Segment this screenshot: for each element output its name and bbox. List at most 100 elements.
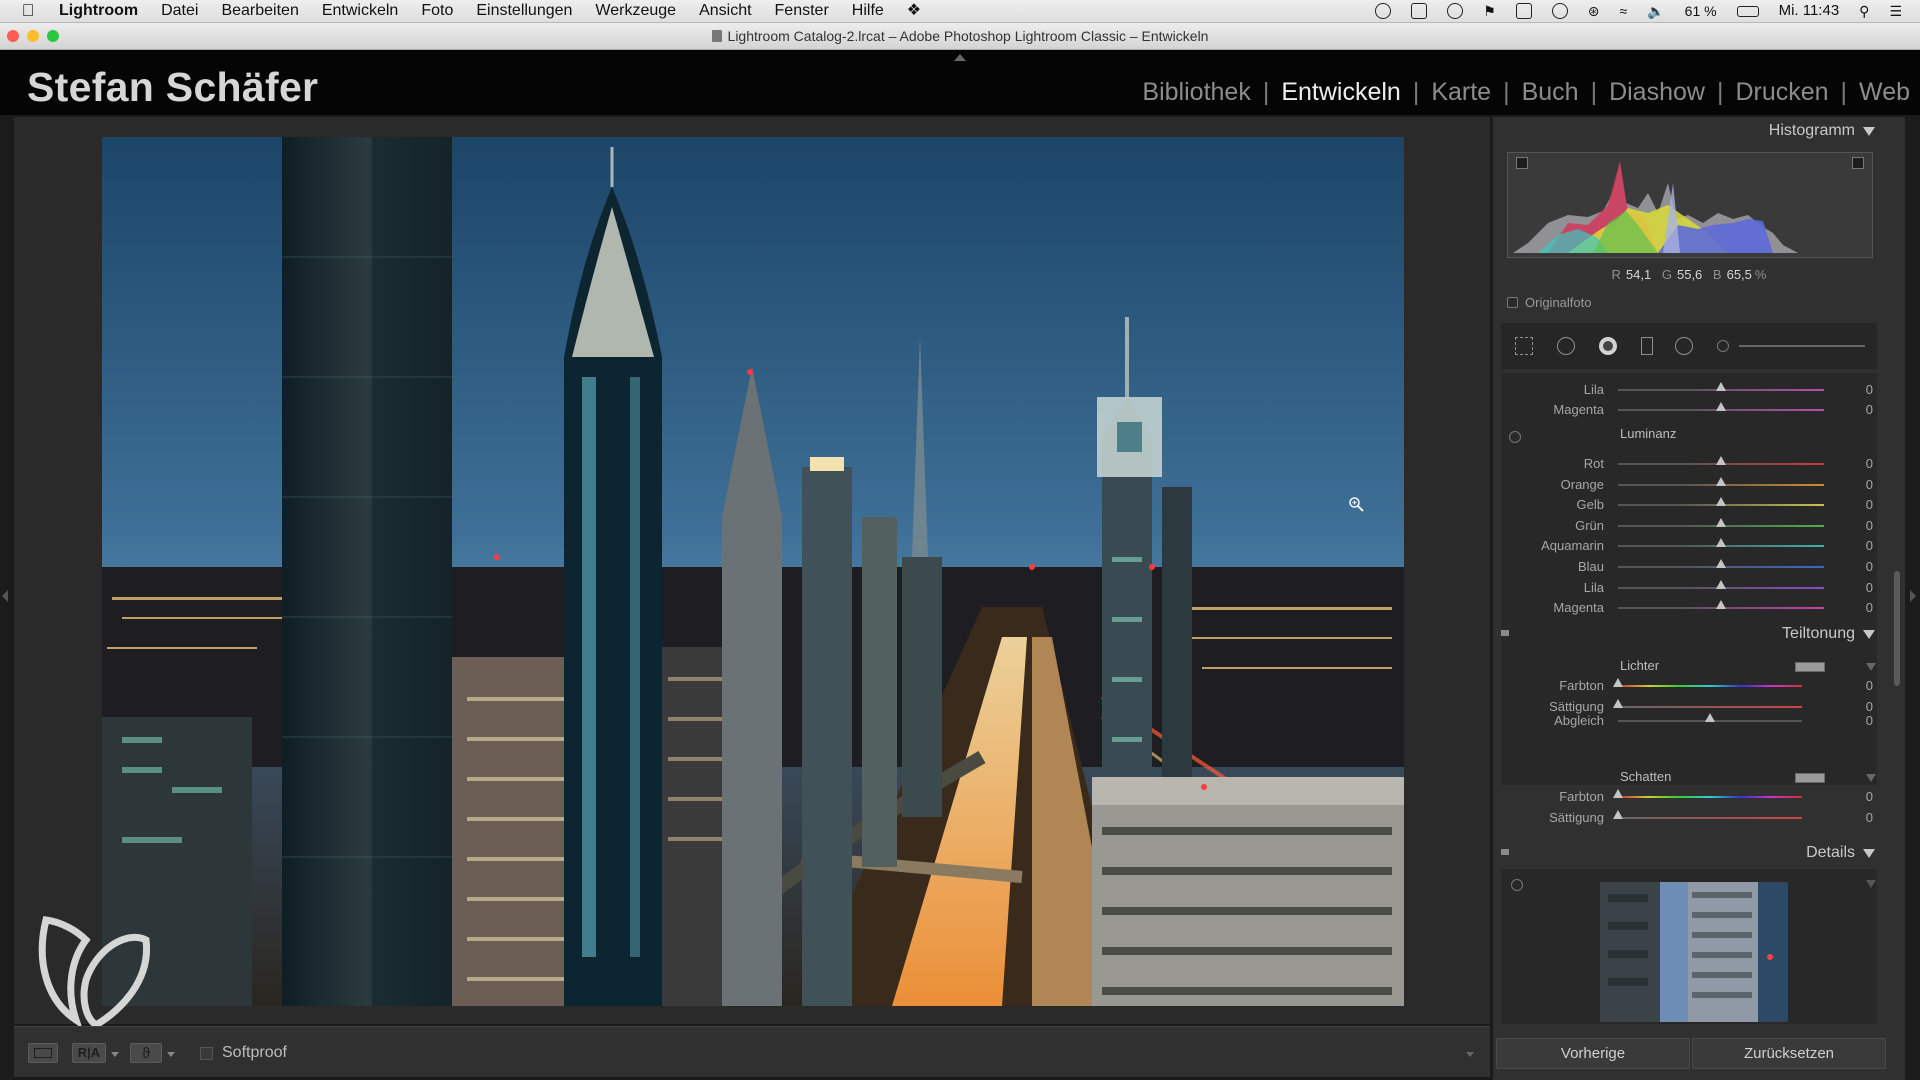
highlights-expand-icon[interactable] (1866, 663, 1876, 671)
module-bibliothek[interactable]: Bibliothek (1142, 78, 1250, 107)
slider-thumb[interactable] (1613, 810, 1623, 819)
close-window-button[interactable] (7, 30, 19, 42)
toolbar-menu-icon[interactable] (1466, 1052, 1474, 1057)
slider-thumb[interactable] (1613, 699, 1623, 708)
notification-center-icon[interactable]: ☰ (1889, 0, 1902, 22)
reset-button[interactable]: Zurücksetzen (1692, 1038, 1886, 1069)
slider-thumb[interactable] (1613, 789, 1623, 798)
slider-thumb[interactable] (1613, 678, 1623, 687)
histogram-graph[interactable] (1507, 152, 1873, 258)
time-machine-icon[interactable] (1551, 3, 1568, 19)
menu-foto[interactable]: Foto (421, 0, 453, 22)
slider-thumb[interactable] (1716, 517, 1726, 527)
slider-track[interactable] (1618, 817, 1802, 819)
slider-thumb[interactable] (1716, 456, 1726, 465)
panel-toggle-icon[interactable] (1501, 849, 1509, 855)
flag-icon[interactable]: ⚑ (1483, 0, 1496, 22)
slider-track[interactable] (1618, 685, 1802, 687)
originalfoto-checkbox[interactable] (1507, 297, 1518, 308)
highlights-label: Lichter (1620, 658, 1660, 673)
menu-app-name[interactable]: Lightroom (59, 0, 138, 22)
minimize-window-button[interactable] (27, 30, 39, 42)
details-expand-icon[interactable] (1866, 880, 1876, 888)
volume-icon[interactable]: 🔈 (1647, 0, 1664, 22)
creative-cloud-icon[interactable] (1447, 3, 1464, 19)
slider-thumb[interactable] (1716, 559, 1726, 568)
menu-bearbeiten[interactable]: Bearbeiten (221, 0, 298, 22)
adjustment-brush-icon[interactable] (1717, 340, 1729, 352)
detail-target-icon[interactable] (1511, 879, 1523, 891)
left-panel-toggle-icon[interactable] (2, 590, 8, 602)
panel-scrollbar[interactable] (1894, 571, 1900, 686)
slider-label: Magenta (1553, 402, 1604, 417)
module-buch[interactable]: Buch (1522, 78, 1579, 107)
tool-strip-slider[interactable] (1739, 345, 1865, 347)
detail-preview-thumbnail[interactable] (1600, 882, 1788, 1022)
zoom-window-button[interactable] (47, 30, 59, 42)
photo-preview[interactable] (102, 137, 1404, 1006)
slider-row: Gelb 0 (1493, 495, 1885, 515)
slider-value: 0 (1865, 517, 1873, 533)
slider-thumb[interactable] (1716, 497, 1726, 507)
panel-toggle-icon[interactable] (1501, 630, 1509, 636)
right-panel-toggle-icon[interactable] (1910, 590, 1916, 602)
menu-datei[interactable]: Datei (161, 0, 198, 22)
menu-werkzeuge[interactable]: Werkzeuge (595, 0, 676, 22)
histogram-header[interactable]: Histogramm (1493, 117, 1885, 145)
toolbar-content-button[interactable]: ϑ (130, 1043, 162, 1063)
slider-row: Abgleich 0 (1493, 711, 1885, 731)
slider-track[interactable] (1618, 706, 1802, 708)
module-diashow[interactable]: Diashow (1609, 78, 1705, 107)
module-drucken[interactable]: Drucken (1735, 78, 1828, 107)
loupe-view-button[interactable] (28, 1043, 58, 1063)
slider-value: 0 (1865, 579, 1873, 595)
clock[interactable]: Mi. 11:43 (1779, 0, 1840, 22)
slider-thumb[interactable] (1716, 600, 1726, 610)
menu-einstellungen[interactable]: Einstellungen (476, 0, 572, 22)
target-adjustment-icon[interactable] (1509, 431, 1521, 443)
b-value: 65,5 (1726, 267, 1752, 282)
slider-thumb[interactable] (1705, 713, 1715, 722)
slider-label: Orange (1560, 476, 1604, 492)
spotlight-icon[interactable]: ⚲ (1859, 0, 1869, 22)
radial-filter-icon[interactable] (1675, 337, 1693, 355)
slider-thumb[interactable] (1716, 538, 1726, 548)
teiltonung-header[interactable]: Teiltonung (1493, 620, 1885, 648)
slider-thumb[interactable] (1716, 402, 1726, 411)
before-after-button[interactable]: R|A (72, 1043, 106, 1063)
module-web[interactable]: Web (1859, 78, 1910, 107)
menu-fenster[interactable]: Fenster (775, 0, 829, 22)
module-karte[interactable]: Karte (1431, 78, 1491, 107)
spot-removal-tool-icon[interactable] (1557, 337, 1575, 355)
battery-icon[interactable] (1736, 5, 1759, 17)
airplay-icon[interactable] (1515, 3, 1532, 19)
graduated-filter-icon[interactable] (1641, 337, 1653, 355)
toolbar-content-dropdown-icon[interactable] (167, 1052, 175, 1057)
script-menu-icon[interactable]: ❖ (907, 0, 921, 22)
slider-thumb[interactable] (1716, 476, 1726, 486)
highlights-color-swatch[interactable] (1795, 662, 1825, 672)
menu-ansicht[interactable]: Ansicht (699, 0, 751, 22)
bookmark-box-icon[interactable] (1411, 3, 1428, 19)
record-icon[interactable] (1375, 3, 1392, 19)
red-eye-tool-icon[interactable] (1599, 337, 1617, 355)
shadows-expand-icon[interactable] (1866, 774, 1876, 782)
slider-row: Rot 0 (1493, 454, 1885, 474)
battery-percent[interactable]: 61 % (1685, 0, 1717, 22)
menu-entwickeln[interactable]: Entwickeln (322, 0, 398, 22)
bluetooth-icon[interactable]: ⊛ (1588, 0, 1600, 22)
slider-track[interactable] (1618, 796, 1802, 798)
previous-button[interactable]: Vorherige (1496, 1038, 1690, 1069)
menu-hilfe[interactable]: Hilfe (852, 0, 884, 22)
crop-tool-icon[interactable] (1515, 337, 1533, 355)
slider-thumb[interactable] (1716, 579, 1726, 589)
top-panel-toggle-icon[interactable] (954, 54, 966, 61)
shadows-color-swatch[interactable] (1795, 773, 1825, 783)
apple-menu-icon[interactable]:  (20, 0, 36, 22)
details-header[interactable]: Details (1493, 839, 1885, 867)
module-entwickeln[interactable]: Entwickeln (1281, 78, 1401, 107)
wifi-icon[interactable]: ≈ (1620, 0, 1628, 22)
softproof-checkbox[interactable] (200, 1047, 213, 1060)
slider-thumb[interactable] (1716, 382, 1726, 391)
before-after-dropdown-icon[interactable] (111, 1052, 119, 1057)
